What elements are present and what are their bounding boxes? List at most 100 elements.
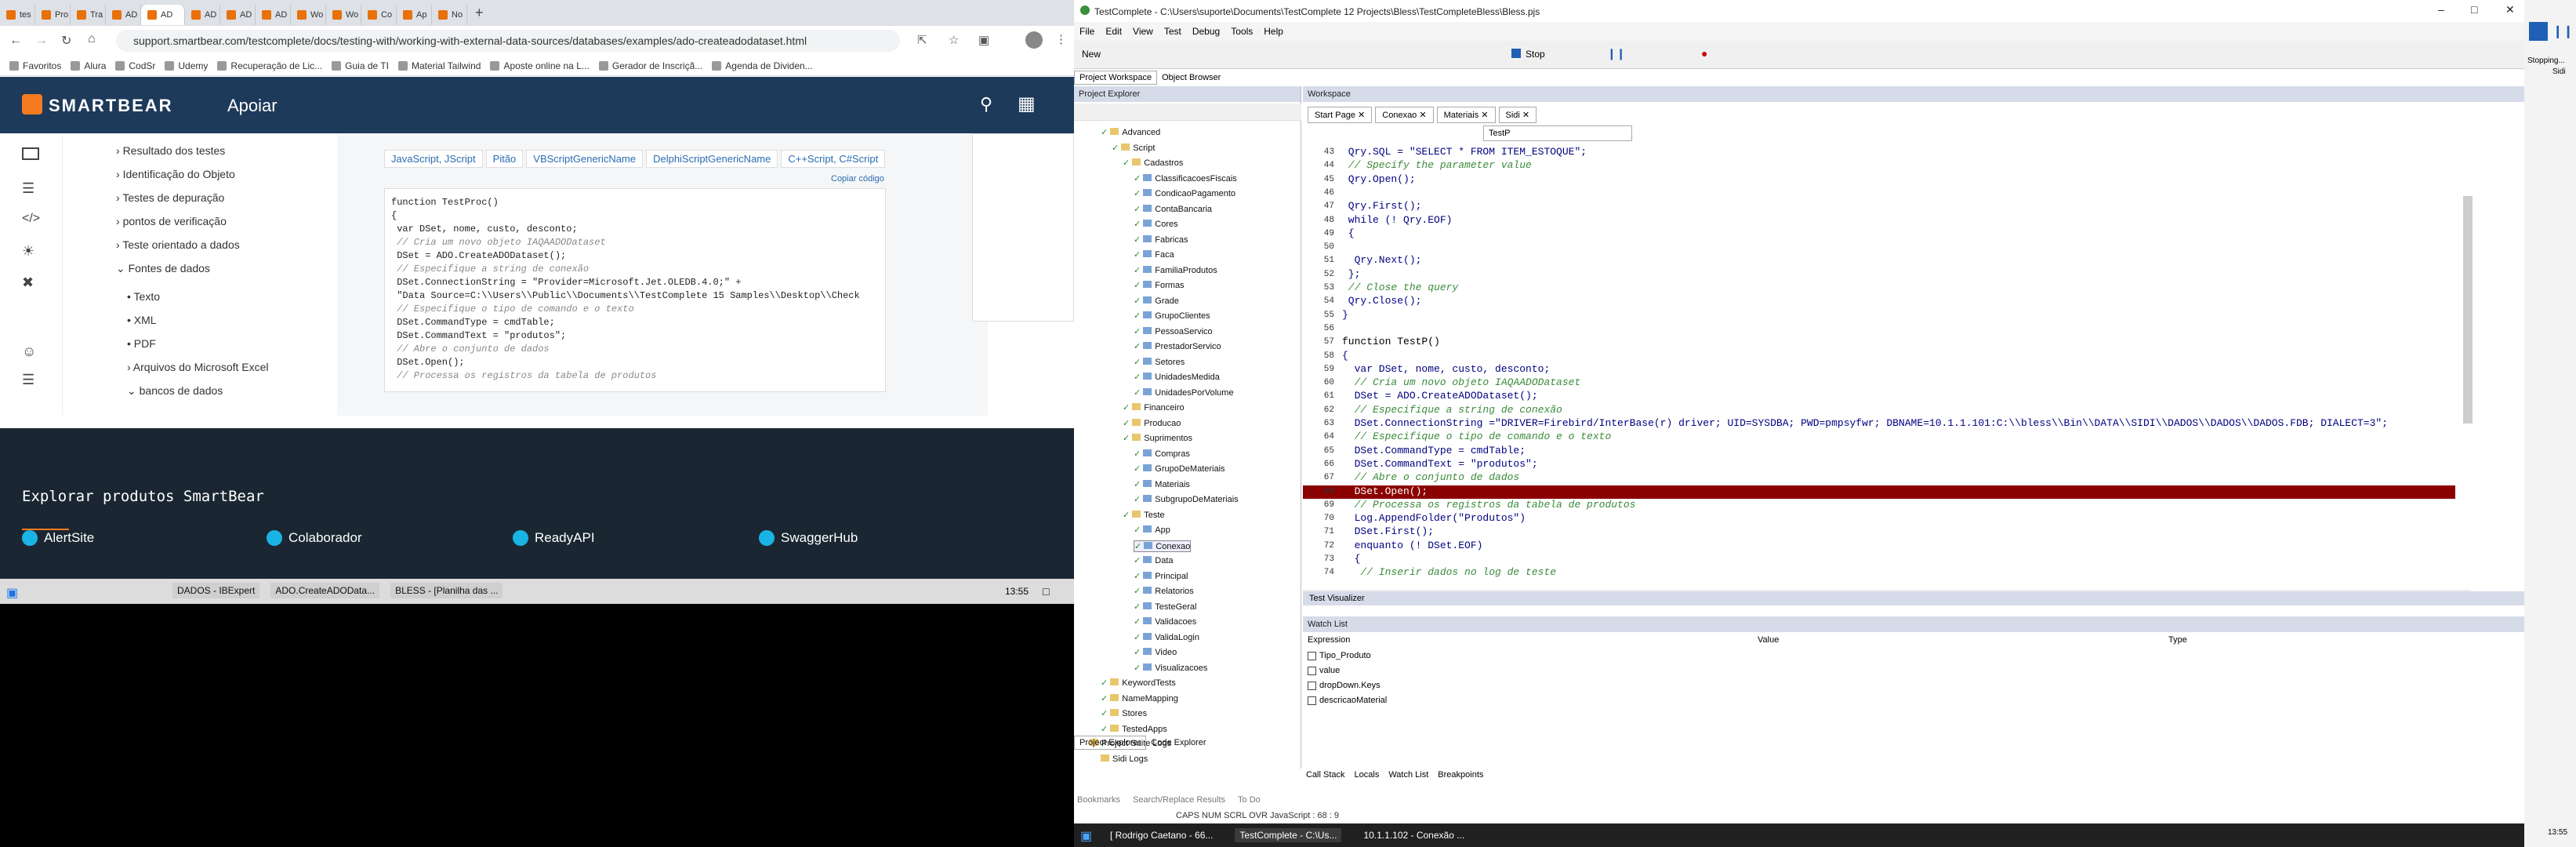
nav-item[interactable]: › Arquivos do Microsoft Excel [127,361,269,373]
watch-row[interactable]: Tipo_Produto [1308,651,1371,660]
minimize-icon[interactable]: – [2438,3,2444,16]
bookmark-item[interactable]: Udemy [165,60,208,71]
menu-item[interactable]: Help [1258,26,1289,37]
close-icon[interactable]: ✕ [2505,3,2515,16]
nav-item[interactable]: • Texto [127,290,160,303]
nav-item[interactable]: › pontos de verificação [116,215,227,227]
new-tab-icon[interactable]: + [475,5,484,21]
product-link[interactable]: AlertSite [22,530,94,546]
user-icon[interactable]: ☺ [22,344,36,360]
menu-item[interactable]: File [1074,26,1100,37]
nav-item[interactable]: › Testes de depuração [116,191,224,204]
tree-node[interactable]: ✓ CondicaoPagamento [1134,188,1235,198]
nav-item[interactable]: • XML [127,314,157,326]
lang-tab[interactable]: Pitão [485,149,524,168]
extensions-icon[interactable]: ▣ [978,33,989,47]
nav-item[interactable]: ⌄ Fontes de dados [116,262,210,275]
tree-node[interactable]: ✓ Video [1134,647,1177,657]
new-button[interactable]: New [1082,49,1101,60]
notification-icon[interactable]: □ [1043,585,1049,598]
workspace-tab[interactable]: Object Browser [1157,71,1225,84]
tree-node[interactable]: ✓ Setores [1134,357,1185,367]
apps-grid-icon[interactable]: ▦ [1018,93,1036,115]
tree-node[interactable]: ✓ PessoaServico [1134,326,1213,336]
watch-checkbox[interactable] [1308,666,1316,675]
menu-icon[interactable]: ⋮ [1055,32,1067,46]
windows-start-icon[interactable]: ▣ [6,585,18,601]
pe-tab[interactable]: Code Explorer [1146,736,1210,749]
tree-node[interactable]: ✓ Script [1112,143,1155,153]
document-tab[interactable]: Materiais ✕ [1436,107,1496,123]
tab-close-icon[interactable]: ✕ [1417,111,1426,120]
tree-node[interactable]: ✓ Validacoes [1134,616,1196,627]
code-icon[interactable]: </> [22,212,40,226]
tree-node[interactable]: ✓ TestedApps [1101,724,1167,734]
log-tab[interactable]: Bookmarks [1077,795,1120,805]
tree-node[interactable]: ✓ Compras [1134,449,1190,459]
watch-checkbox[interactable] [1308,681,1316,690]
tools-icon[interactable]: ✖ [22,274,34,291]
test-visualizer-panel[interactable]: Test Visualizer [1303,591,2524,605]
tree-node[interactable]: ✓ TesteGeral [1134,602,1196,612]
lang-tab[interactable]: VBScriptGenericName [526,149,644,168]
product-link[interactable]: Colaborador [267,530,362,546]
pause-mini-icon[interactable]: ❙❙ [2552,24,2574,39]
watch-row[interactable]: value [1308,666,1340,675]
bookmark-item[interactable]: Guia de TI [332,60,389,71]
star-icon[interactable]: ☆ [949,33,959,47]
bottom-tab[interactable]: Watch List [1388,770,1428,780]
bottom-tab[interactable]: Call Stack [1306,770,1345,780]
tree-node[interactable]: ✓ Financeiro [1123,402,1185,413]
menu-item[interactable]: Test [1159,26,1187,37]
pe-tab[interactable]: Project Explorer [1074,736,1147,750]
menu-item[interactable]: Tools [1225,26,1258,37]
bookmark-item[interactable]: Recuperação de Lic... [217,60,322,71]
browser-tab[interactable]: Wo [291,4,326,25]
browser-tab[interactable]: Wo [326,4,361,25]
tree-node[interactable]: ✓ Fabricas [1134,234,1188,245]
tree-node[interactable]: ✓ Suprimentos [1123,433,1192,443]
pause-icon[interactable]: ❙❙ [1607,47,1625,60]
bookmark-item[interactable]: Aposte online na L... [490,60,590,71]
log-tab[interactable]: Search/Replace Results [1133,795,1225,805]
document-tab[interactable]: Sidi ✕ [1498,107,1537,123]
tree-node[interactable]: ✓ Materiais [1134,479,1190,489]
routine-select[interactable]: TestP [1483,125,1632,141]
profile-avatar[interactable] [1025,31,1043,49]
bottom-tab[interactable]: Breakpoints [1438,770,1483,780]
browser-tab[interactable]: Ap [397,4,432,25]
tree-node[interactable]: ✓ Principal [1134,571,1188,581]
watch-row[interactable]: descricaoMaterial [1308,696,1387,705]
tree-node[interactable]: ✓ ContaBancaria [1134,204,1212,214]
reload-icon[interactable]: ↻ [61,33,71,49]
nav-item[interactable]: • PDF [127,337,156,350]
editor-scrollbar[interactable] [2463,196,2473,424]
tab-close-icon[interactable]: ✕ [1520,111,1529,120]
tree-node[interactable]: ✓ App [1134,525,1170,535]
taskbar2-item[interactable]: [ Rodrigo Caetano - 66... [1105,828,1217,842]
video-icon[interactable] [22,147,39,160]
tree-node[interactable]: ✓ NameMapping [1101,693,1178,703]
tree-node[interactable]: ✓ ValidaLogin [1134,632,1199,642]
browser-tab[interactable]: No [432,4,467,25]
stop-icon[interactable] [1511,49,1521,58]
bookmark-item[interactable]: Agenda de Dividen... [712,60,813,71]
nav-item[interactable]: › Identificação do Objeto [116,168,235,180]
browser-tab[interactable]: AD [256,4,291,25]
bookmark-item[interactable]: Gerador de Inscriçã... [598,60,702,71]
browser-tab[interactable]: AD [141,4,185,25]
tree-node[interactable]: ✓ Conexao [1134,540,1192,552]
tree-node[interactable]: ✓ Teste [1123,510,1165,520]
browser-tab[interactable]: Tra [71,4,106,25]
watch-checkbox[interactable] [1308,696,1316,705]
tree-node[interactable]: ✓ Visualizacoes [1134,663,1207,673]
breakpoint-icon[interactable]: ● [1701,47,1707,60]
taskbar2-item[interactable]: 10.1.1.102 - Conexão ... [1359,828,1469,842]
tab-close-icon[interactable]: ✕ [1478,111,1488,120]
library-icon[interactable]: ☰ [22,180,34,197]
bookmark-item[interactable]: Material Tailwind [397,60,481,71]
nav-item[interactable]: › Teste orientado a dados [116,238,240,251]
taskbar-item[interactable]: BLESS - [Planilha das ... [390,583,503,598]
browser-tab[interactable]: Pro [35,4,71,25]
tree-node[interactable]: ✓ FamiliaProdutos [1134,265,1217,275]
